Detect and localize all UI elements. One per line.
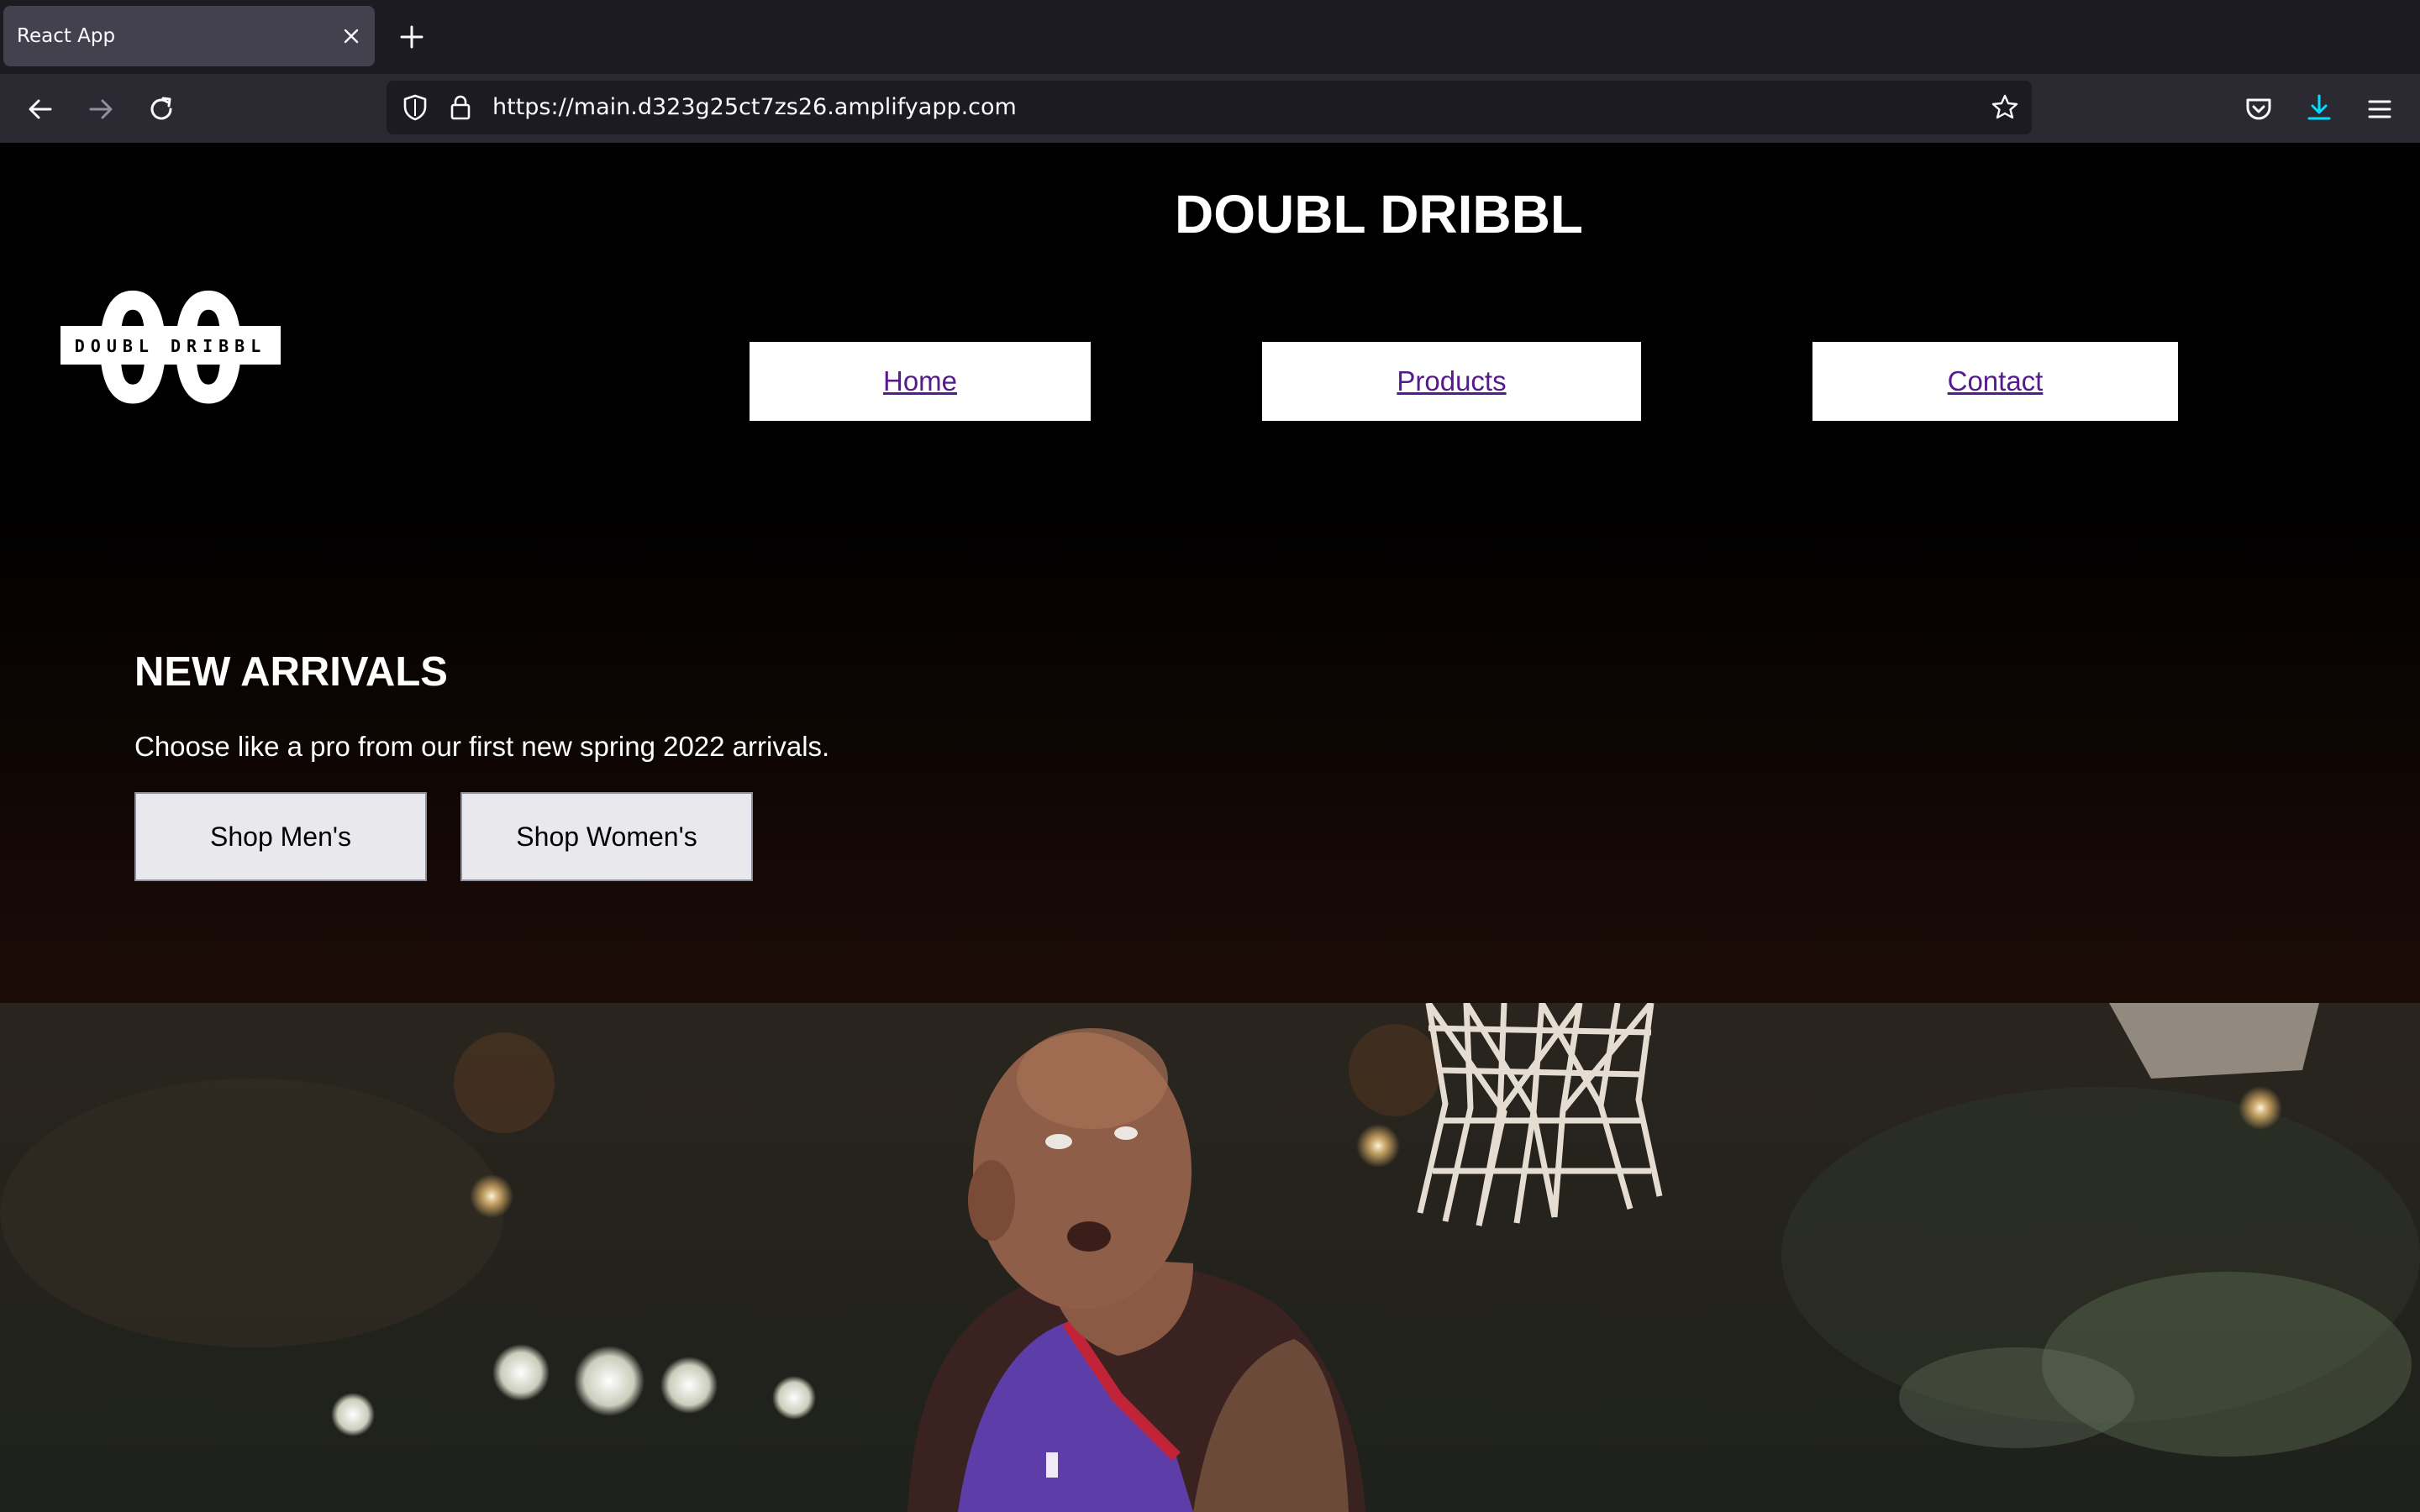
hero-image — [0, 1003, 2420, 1512]
back-arrow-icon[interactable] — [24, 92, 57, 126]
pocket-icon[interactable] — [2242, 92, 2275, 126]
tab-title: React App — [17, 25, 116, 47]
forward-arrow-icon[interactable] — [84, 92, 118, 126]
menu-icon[interactable] — [2363, 92, 2396, 126]
hero-heading: NEW ARRIVALS — [134, 649, 448, 695]
doubl-dribbl-logo[interactable]: 00 DOUBL DRIBBL — [59, 279, 282, 413]
nav-link-contact[interactable]: Contact — [1812, 342, 2178, 421]
nav-link-home[interactable]: Home — [750, 342, 1091, 421]
nav-link-products[interactable]: Products — [1262, 342, 1641, 421]
shop-mens-button[interactable]: Shop Men's — [134, 792, 427, 881]
browser-tab-strip: React App — [0, 0, 2420, 74]
shield-icon[interactable] — [400, 92, 430, 123]
browser-tab[interactable]: React App — [3, 6, 375, 66]
hero-description: Choose like a pro from our first new spr… — [134, 731, 830, 762]
url-text: https://main.d323g25ct7zs26.amplifyapp.c… — [492, 94, 1017, 120]
svg-text:DOUBL DRIBBL: DOUBL DRIBBL — [75, 336, 267, 356]
page-content: DOUBL DRIBBL 00 DOUBL DRIBBL Home Produc… — [0, 143, 2420, 1512]
browser-toolbar: https://main.d323g25ct7zs26.amplifyapp.c… — [0, 74, 2420, 143]
shop-womens-button[interactable]: Shop Women's — [460, 792, 753, 881]
site-title: DOUBL DRIBBL — [1175, 184, 1583, 244]
address-bar[interactable]: https://main.d323g25ct7zs26.amplifyapp.c… — [387, 81, 2032, 134]
download-icon[interactable] — [2302, 91, 2336, 124]
lock-icon[interactable] — [445, 92, 476, 123]
plus-icon[interactable] — [395, 20, 429, 54]
reload-icon[interactable] — [145, 92, 178, 126]
star-icon[interactable] — [1990, 92, 2020, 123]
close-icon[interactable] — [339, 24, 363, 48]
